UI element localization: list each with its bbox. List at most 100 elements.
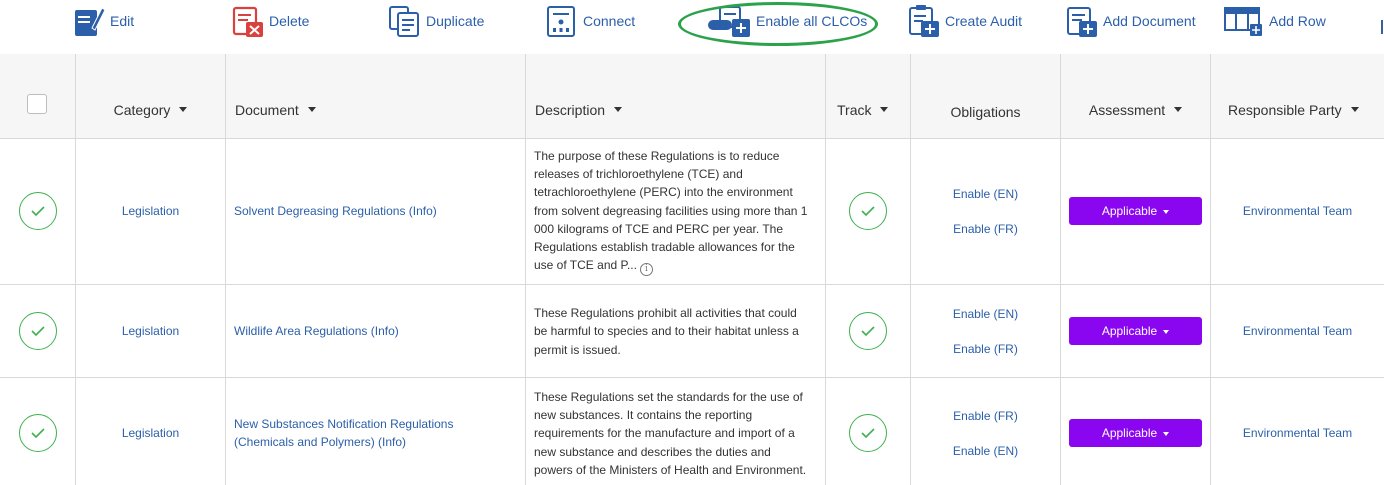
col-track-label: Track [837,102,872,118]
select-all-checkbox[interactable] [27,94,47,114]
edit-button[interactable]: Edit [72,4,134,38]
assessment-cell: Applicable [1061,285,1211,377]
responsible-party-cell: Environmental Team [1211,138,1384,284]
category-link[interactable]: Legislation [122,204,179,218]
description-line: requirements for the manufacture and imp… [534,426,795,441]
check-circle-icon[interactable] [18,192,57,230]
description-line: powers of the Ministers of Health and En… [534,462,807,477]
chevron-down-icon [1163,329,1170,334]
responsible-party-link[interactable]: Environmental Team [1243,426,1352,440]
document-link[interactable]: New Substances Notification Regulations … [234,415,453,451]
assessment-dropdown[interactable]: Applicable [1069,419,1202,447]
check-circle-icon[interactable] [849,414,887,452]
chevron-down-icon[interactable] [880,106,889,112]
obligation-link[interactable]: Enable (EN) [953,307,1018,321]
responsible-party-cell: Environmental Team [1211,285,1384,377]
duplicate-label: Duplicate [426,13,485,29]
delete-button[interactable]: Delete [231,4,309,38]
col-category[interactable]: Category [76,54,226,138]
col-document-label: Document [235,102,299,118]
description-line: tetrachloroethylene (PERC) into the envi… [534,185,793,200]
add-row-icon [1224,7,1262,36]
col-category-label: Category [113,102,171,118]
enable-clco-icon [708,6,750,37]
add-row-button[interactable]: Add Row [1223,4,1326,38]
delete-label: Delete [269,13,310,29]
document-link[interactable]: Solvent Degreasing Regulations (Info) [234,204,437,218]
col-description[interactable]: Description [526,54,826,138]
table-row[interactable]: Legislation New Substances Notification … [0,378,1384,485]
documents-grid: Category Document Description Track Obli… [0,54,1384,485]
obligation-link[interactable]: Enable (FR) [953,342,1018,356]
chevron-down-icon[interactable] [307,106,316,112]
connect-label: Connect [583,13,636,29]
obligation-link[interactable]: Enable (FR) [953,409,1018,423]
col-assessment[interactable]: Assessment [1061,54,1211,138]
assessment-label: Applicable [1101,426,1158,440]
duplicate-button[interactable]: Duplicate [388,4,484,38]
table-row[interactable]: Legislation Wildlife Area Regulations (I… [0,285,1384,378]
chevron-down-icon[interactable] [614,106,623,112]
assessment-cell: Applicable [1061,138,1211,284]
responsible-party-link[interactable]: Environmental Team [1243,324,1352,338]
obligations-cell: Enable (EN) Enable (FR) [911,285,1061,377]
description-line: releases of trichloroethylene (TCE) and [534,167,743,182]
assessment-dropdown[interactable]: Applicable [1069,317,1202,345]
description-text: The purpose of these Regulations is to r… [526,147,815,277]
connect-button[interactable]: Connect [545,4,635,38]
description-line: be harmful to species and to their habit… [534,324,799,339]
row-select-cell [0,138,76,284]
table-row[interactable]: Legislation Solvent Degreasing Regulatio… [0,138,1384,285]
enable-all-clcos-label: Enable all CLCOs [756,13,868,29]
chevron-down-icon[interactable] [1174,106,1183,112]
description-line: The purpose of these Regulations is to r… [534,148,780,163]
col-document[interactable]: Document [226,54,526,138]
edit-label: Edit [110,13,135,29]
add-document-button[interactable]: Add Document [1065,4,1196,38]
responsible-party-link[interactable]: Environmental Team [1243,204,1352,218]
description-line: Regulations establish tradable allowance… [534,239,795,254]
description-text: These Regulations prohibit all activitie… [526,304,807,359]
description-line: These Regulations set the standards for … [534,389,803,404]
enable-all-clcos-button[interactable]: Enable all CLCOs [706,4,867,38]
track-cell [826,285,911,377]
assessment-dropdown[interactable]: Applicable [1069,197,1202,225]
check-circle-icon[interactable] [849,312,887,350]
col-obligations-label: Obligations [950,104,1021,120]
chevron-down-icon [1163,209,1170,214]
col-responsible-party-label: Responsible Party [1228,102,1342,118]
document-link-line: New Substances Notification Regulations [234,417,454,431]
obligation-link[interactable]: Enable (FR) [953,222,1018,236]
check-circle-icon[interactable] [18,414,57,452]
description-line: from solvent degreasing facilities using… [534,203,808,218]
chevron-down-icon[interactable] [1350,106,1359,112]
create-audit-button[interactable]: Create Audit [907,4,1022,38]
document-link[interactable]: Wildlife Area Regulations (Info) [234,324,399,338]
document-cell: Solvent Degreasing Regulations (Info) [226,138,526,284]
info-icon[interactable]: i [639,263,653,277]
assessment-cell: Applicable [1061,378,1211,485]
col-track[interactable]: Track [826,54,911,138]
col-description-label: Description [535,102,606,118]
row-select-cell [0,378,76,485]
check-circle-icon[interactable] [18,312,57,350]
track-cell [826,138,911,284]
chevron-down-icon [1163,431,1170,436]
description-line: permit is issued. [534,342,621,357]
description-line: new substances. It contains the reportin… [534,408,753,423]
col-responsible-party[interactable]: Responsible Party [1211,54,1384,138]
col-assessment-label: Assessment [1088,102,1166,118]
chevron-down-icon[interactable] [179,106,188,112]
check-circle-icon[interactable] [849,192,887,230]
obligation-link[interactable]: Enable (EN) [953,444,1018,458]
obligation-link[interactable]: Enable (EN) [953,187,1018,201]
responsible-party-cell: Environmental Team [1211,378,1384,485]
document-cell: New Substances Notification Regulations … [226,378,526,485]
connect-document-icon [547,6,575,37]
category-link[interactable]: Legislation [122,426,179,440]
category-cell: Legislation [76,285,226,377]
col-obligations: Obligations [911,54,1061,138]
category-link[interactable]: Legislation [122,324,179,338]
toolbar: Edit Delete Duplicate Connect Enable all… [0,0,1384,54]
add-document-label: Add Document [1103,13,1196,29]
